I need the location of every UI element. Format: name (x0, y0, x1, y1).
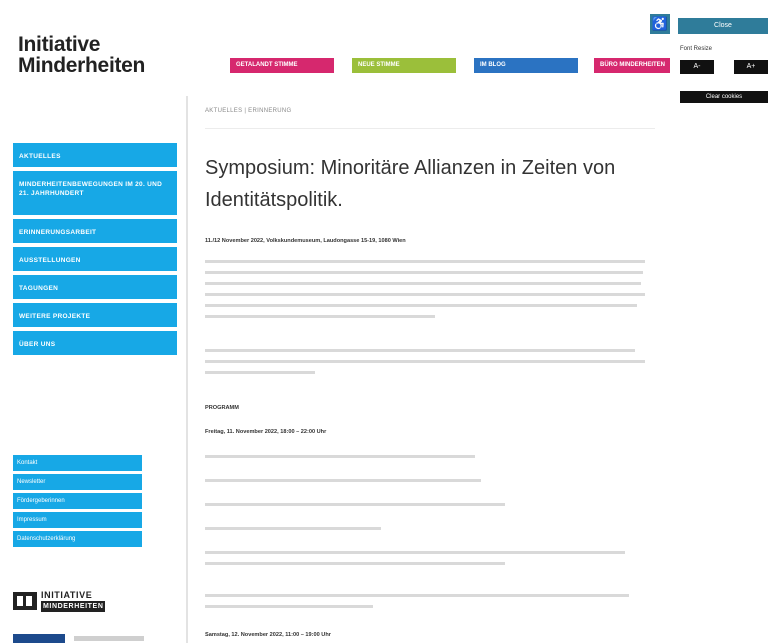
intro-paragraph-line (205, 293, 645, 296)
breadcrumb-divider (205, 128, 655, 129)
intro-paragraph-line (205, 271, 643, 274)
top-nav-item-blog[interactable]: IM BLOG (474, 58, 578, 73)
intro-paragraph-line (205, 315, 435, 318)
page-title: Symposium: Minoritäre Allianzen in Zeite… (205, 157, 616, 211)
footer-nav-impressum[interactable]: Impressum (13, 512, 142, 528)
logo-line-2: Minderheiten (18, 54, 146, 77)
sidebar-item-aktuelles[interactable]: AKTUELLES (13, 143, 177, 167)
sidebar-item-erinnerungsarbeit[interactable]: ERINNERUNGSARBEIT (13, 219, 177, 243)
footer-nav: Kontakt Newsletter Fördergeberinnen Impr… (13, 455, 142, 550)
footer-logo-mark (13, 592, 37, 610)
footer-logo-line-2: MINDERHEITEN (41, 600, 106, 612)
logo-line-1: Initiative (18, 33, 101, 56)
intro-paragraph-line (205, 304, 637, 307)
program-item (205, 551, 625, 554)
top-nav-item-neue-stimme[interactable]: NEUE STIMME (352, 58, 456, 73)
clear-cookies-button[interactable]: Clear cookies (680, 91, 768, 103)
saturday-heading: Samstag, 12. November 2022, 11:00 – 19:0… (205, 632, 331, 638)
footer-logo-line-1: INITIATIVE (41, 589, 93, 600)
footer-nav-foerdergeber[interactable]: Fördergeberinnen (13, 493, 142, 509)
second-paragraph-line (205, 360, 645, 363)
top-nav-item-gestalt[interactable]: GETALANDT STIMME (230, 58, 334, 73)
sidebar-item-minderheitenbewegungen[interactable]: MINDERHEITENBEWEGUNGEN IM 20. UND 21. JA… (13, 171, 177, 215)
friday-heading: Freitag, 11. November 2022, 18:00 – 22:0… (205, 429, 327, 435)
event-date-location: 11./12 November 2022, Volkskundemuseum, … (205, 238, 406, 244)
second-paragraph-line (205, 349, 635, 352)
program-item (205, 562, 505, 565)
close-button[interactable]: Close (678, 18, 768, 34)
footer-nav-datenschutz[interactable]: Datenschutzerklärung (13, 531, 142, 547)
accessibility-icon[interactable]: ♿ (650, 14, 670, 34)
font-decrease-button[interactable]: A- (680, 60, 714, 74)
footer-partner-logo (13, 634, 65, 643)
font-resize-label: Font Resize (680, 46, 713, 52)
column-divider (186, 96, 188, 643)
main-content: AKTUELLES | ERINNERUNG Symposium: Minori… (205, 108, 665, 638)
footer-nav-newsletter[interactable]: Newsletter (13, 474, 142, 490)
program-item (205, 503, 505, 506)
intro-paragraph-line (205, 260, 645, 263)
footer-logo[interactable]: INITIATIVE MINDERHEITEN (13, 589, 106, 612)
footer-partner-text (74, 636, 144, 641)
top-nav-item-buero[interactable]: BÜRO MINDERHEITEN (594, 58, 670, 73)
sidebar-item-ueber-uns[interactable]: ÜBER UNS (13, 331, 177, 355)
breadcrumb: AKTUELLES | ERINNERUNG (205, 108, 292, 114)
site-logo[interactable]: Initiative Minderheiten (18, 34, 145, 76)
program-item (205, 605, 373, 608)
program-item (205, 594, 629, 597)
program-heading: PROGRAMM (205, 405, 239, 411)
second-paragraph-line (205, 371, 315, 374)
sidebar-item-tagungen[interactable]: TAGUNGEN (13, 275, 177, 299)
sidebar-item-weitere-projekte[interactable]: WEITERE PROJEKTE (13, 303, 177, 327)
sidebar-item-ausstellungen[interactable]: AUSSTELLUNGEN (13, 247, 177, 271)
sidebar-nav: AKTUELLES MINDERHEITENBEWEGUNGEN IM 20. … (13, 143, 177, 359)
program-item (205, 479, 481, 482)
intro-paragraph-line (205, 282, 641, 285)
program-item (205, 527, 381, 530)
program-item (205, 455, 475, 458)
footer-nav-kontakt[interactable]: Kontakt (13, 455, 142, 471)
font-increase-button[interactable]: A+ (734, 60, 768, 74)
